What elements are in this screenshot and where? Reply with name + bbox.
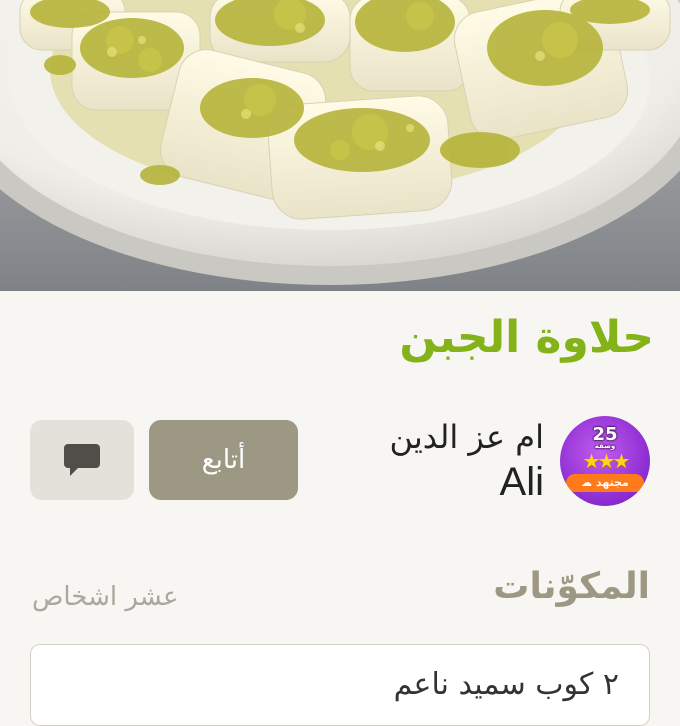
badge-rank: مجتهد ☁: [566, 474, 644, 492]
ingredient-item[interactable]: ٢ كوب سميد ناعم: [30, 644, 650, 726]
badge-rank-label: مجتهد: [595, 476, 629, 489]
author-info[interactable]: 25 وصفة ★★★ مجتهد ☁ ام عز الدين Ali: [360, 416, 650, 512]
author-handle[interactable]: Ali: [500, 460, 544, 505]
chef-hat-icon: ☁: [581, 476, 593, 489]
author-avatar[interactable]: 25 وصفة ★★★ مجتهد ☁: [560, 416, 650, 506]
author-name[interactable]: ام عز الدين: [390, 418, 545, 456]
stars-icon: ★★★: [582, 449, 631, 473]
follow-button[interactable]: أتابع: [149, 420, 298, 500]
recipe-title: حلاوة الجبن: [399, 312, 654, 363]
ingredients-heading: المكوّنات: [493, 566, 650, 607]
servings-label: عشر اشخاص: [32, 582, 179, 612]
ingredient-text: ٢ كوب سميد ناعم: [393, 667, 619, 702]
recipe-photo: [0, 0, 680, 291]
comment-button[interactable]: [30, 420, 134, 500]
badge-count: 25 وصفة: [560, 424, 650, 450]
comment-icon: [64, 444, 100, 476]
